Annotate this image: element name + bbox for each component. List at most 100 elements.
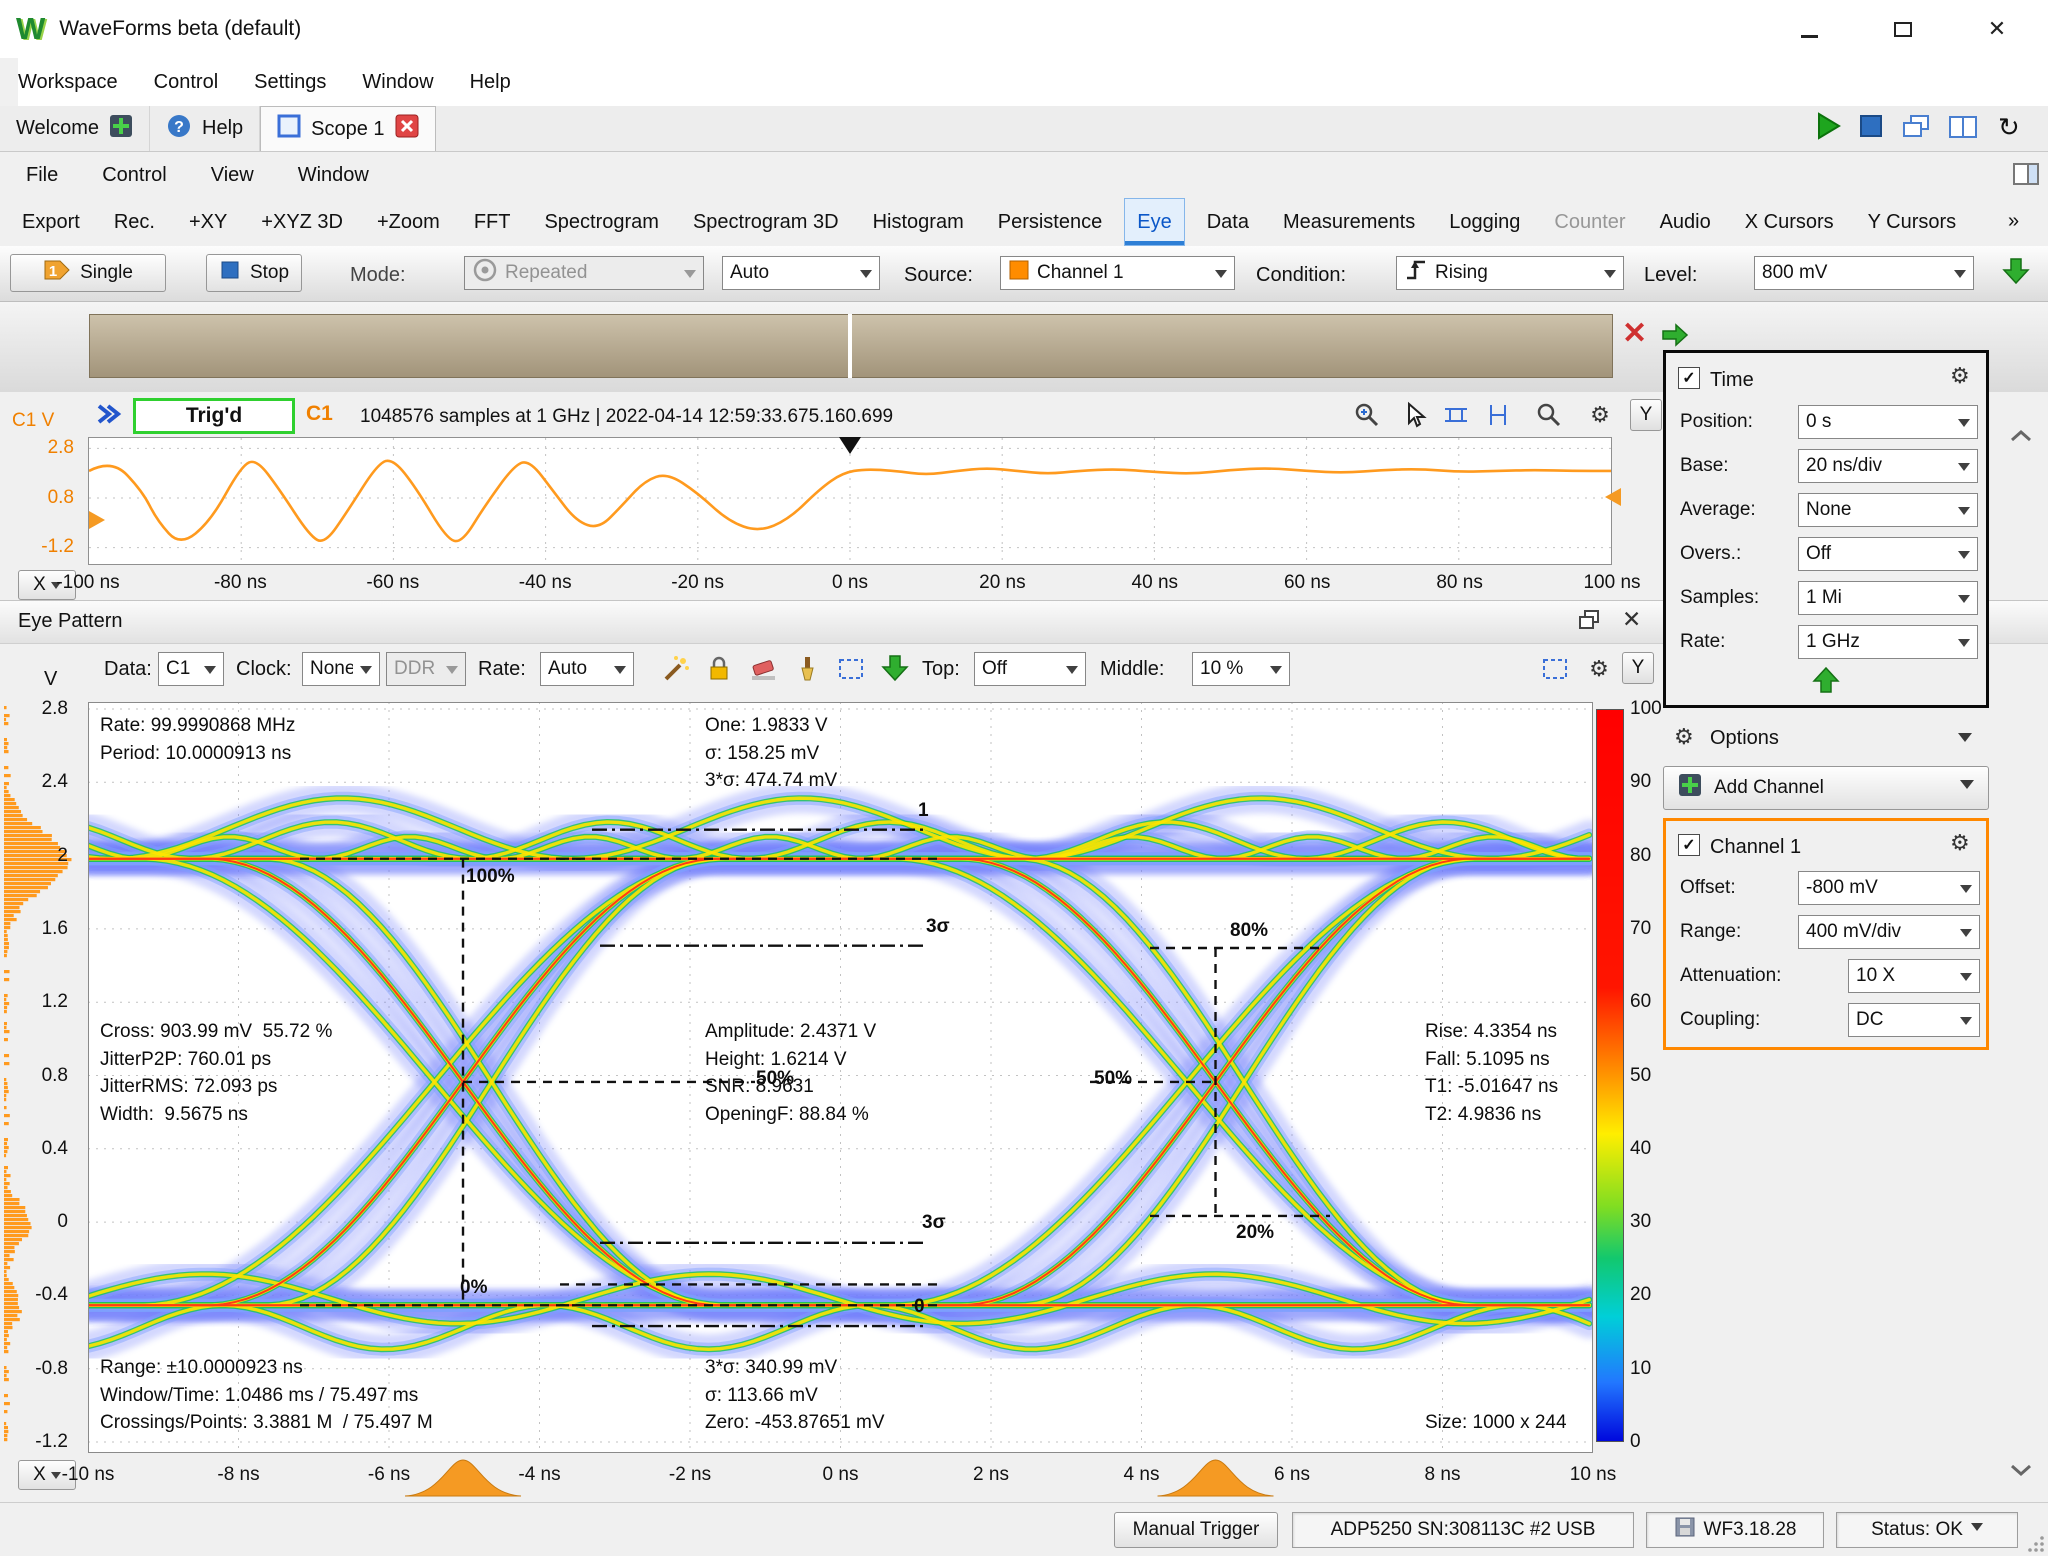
lock-icon[interactable] [704,654,734,684]
position-marker[interactable] [848,314,852,378]
tab-close-icon[interactable] [395,114,419,144]
sidebar-select[interactable]: 1 Mi [1798,581,1978,615]
view-tab-data[interactable]: Data [1195,198,1261,246]
trigger-level-select[interactable]: 800 mV [1754,256,1974,290]
selection-box-icon[interactable] [836,654,866,684]
view-tabs-overflow[interactable]: » [2008,210,2019,233]
sidebar-select[interactable]: 400 mV/div [1798,915,1980,949]
sidebar-select[interactable]: 20 ns/div [1798,449,1978,483]
cascade-windows-icon[interactable] [1900,112,1934,147]
scope-menu-control[interactable]: Control [102,164,166,187]
zoom-tool-icon[interactable] [1352,400,1382,430]
preview-settings-gear-icon[interactable]: ⚙ [1585,400,1615,430]
menu-workspace[interactable]: Workspace [18,71,118,94]
minimize-button[interactable] [1778,0,1840,58]
view-tab-logging[interactable]: Logging [1437,198,1532,246]
sidebar-scroll-down-icon[interactable] [2008,1462,2034,1483]
eraser-icon[interactable] [748,654,778,684]
expand-sidebar-icon[interactable] [1660,322,1690,353]
view-tab-measurements[interactable]: Measurements [1271,198,1427,246]
close-panel-icon[interactable]: ✕ [1622,606,1641,633]
view-tab-spectrogram-3d[interactable]: Spectrogram 3D [681,198,851,246]
new-workspace-icon[interactable] [109,114,133,144]
collapse-eye-toolbar-icon[interactable] [880,653,910,683]
view-tab-xyz-3d[interactable]: +XYZ 3D [249,198,355,246]
view-tab-xy[interactable]: +XY [177,198,239,246]
channel-offset-marker[interactable] [89,511,114,529]
grid-options-icon[interactable] [1540,654,1570,684]
collapse-controls-icon[interactable] [2002,256,2030,291]
stop-all-button[interactable] [1856,111,1886,146]
scope-menu-window[interactable]: Window [298,164,369,187]
view-tab-y-cursors[interactable]: Y Cursors [1856,198,1969,246]
eye-top-select[interactable]: Off [974,652,1086,686]
scope-menu-file[interactable]: File [26,164,58,187]
tab-scope-1[interactable]: Scope 1 [260,106,435,151]
add-channel-button[interactable]: Add Channel [1663,766,1989,810]
maximize-button[interactable] [1872,0,1934,58]
view-tab-counter[interactable]: Counter [1542,198,1637,246]
close-button[interactable]: ✕ [1966,0,2028,58]
eye-data-select[interactable]: C1 [158,652,224,686]
menu-window[interactable]: Window [362,71,433,94]
view-tab-histogram[interactable]: Histogram [861,198,976,246]
sidebar-scroll-up-icon[interactable] [2008,428,2034,449]
horizontal-measure-icon[interactable] [1441,400,1471,430]
sidebar-select[interactable]: None [1798,493,1978,527]
view-tab-audio[interactable]: Audio [1648,198,1723,246]
time-gear-icon[interactable]: ⚙ [1950,365,1970,387]
view-tab-rec[interactable]: Rec. [102,198,167,246]
options-gear-icon[interactable]: ⚙ [1674,726,1694,748]
channel1-checkbox[interactable]: ✓ [1678,834,1700,856]
view-tab-x-cursors[interactable]: X Cursors [1733,198,1846,246]
tab-welcome[interactable]: Welcome [0,106,150,151]
eye-clock-select[interactable]: None [302,652,380,686]
magic-wand-icon[interactable] [660,654,690,684]
sidebar-select[interactable]: 10 X [1848,959,1980,993]
dock-layout-icon[interactable] [2012,162,2040,191]
vertical-measure-icon[interactable] [1483,400,1513,430]
trigger-level-marker[interactable] [1596,488,1621,506]
sidebar-select[interactable]: DC [1848,1003,1980,1037]
view-tab-eye[interactable]: Eye [1124,198,1184,246]
undock-panel-icon[interactable] [1576,608,1602,637]
channel1-gear-icon[interactable]: ⚙ [1950,832,1970,854]
sidebar-select[interactable]: -800 mV [1798,871,1980,905]
eye-middle-select[interactable]: 10 % [1192,652,1290,686]
options-chevron-icon[interactable] [1958,733,1972,749]
expand-preview-icon[interactable] [92,398,124,435]
options-label[interactable]: Options [1710,727,1779,750]
view-tab-spectrogram[interactable]: Spectrogram [532,198,671,246]
view-tab-zoom[interactable]: +Zoom [365,198,452,246]
view-tab-persistence[interactable]: Persistence [986,198,1115,246]
trigger-mode-select[interactable]: Auto [722,256,880,290]
pointer-tool-icon[interactable] [1399,400,1429,430]
menu-control[interactable]: Control [154,71,218,94]
eye-settings-gear-icon[interactable]: ⚙ [1584,654,1614,684]
manual-trigger-button[interactable]: Manual Trigger [1114,1512,1278,1548]
view-tab-fft[interactable]: FFT [462,198,523,246]
trigger-source-select[interactable]: Channel 1 [1000,256,1235,290]
collapse-time-panel-icon[interactable] [1812,665,1840,700]
brush-icon[interactable] [792,654,822,684]
time-checkbox[interactable]: ✓ [1678,367,1700,389]
menu-help[interactable]: Help [470,71,511,94]
refresh-icon[interactable]: ↻ [1998,112,2020,143]
sidebar-select[interactable]: 0 s [1798,405,1978,439]
eye-rate-select[interactable]: Auto [540,652,634,686]
sidebar-select[interactable]: 1 GHz [1798,625,1978,659]
preview-y-scale-button[interactable]: Y [1630,399,1662,431]
scope-menu-view[interactable]: View [211,164,254,187]
view-tab-export[interactable]: Export [10,198,92,246]
menu-settings[interactable]: Settings [254,71,326,94]
trigger-position-marker[interactable] [839,437,861,465]
status-ok[interactable]: Status: OK [1836,1512,2018,1548]
trigger-condition-select[interactable]: Rising [1396,256,1624,290]
sidebar-select[interactable]: Off [1798,537,1978,571]
stop-button[interactable]: Stop [206,254,302,292]
tab-help[interactable]: ? Help [150,106,260,151]
run-all-button[interactable] [1812,110,1844,147]
single-button[interactable]: 1 Single [10,254,166,292]
tile-windows-icon[interactable] [1946,112,1980,147]
eye-y-scale-button[interactable]: Y [1622,652,1654,684]
